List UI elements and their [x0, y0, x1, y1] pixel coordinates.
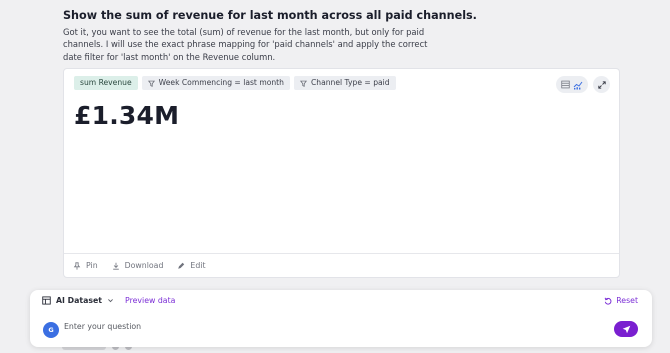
dataset-selector[interactable]: AI Dataset Preview data [42, 296, 175, 305]
pin-label: Pin [86, 261, 98, 270]
edit-button[interactable]: Edit [177, 261, 206, 270]
chip-measure[interactable]: sum Revenue [74, 76, 138, 90]
result-card: sum Revenue Week Commencing = last month… [63, 68, 620, 278]
answer-text: Got it, you want to see the total (sum) … [63, 27, 428, 62]
download-label: Download [124, 261, 164, 270]
table-icon [42, 296, 51, 305]
send-icon [622, 325, 630, 333]
chart-icon[interactable] [573, 80, 583, 90]
query-chips: sum Revenue Week Commencing = last month… [74, 76, 396, 90]
chip-label: sum Revenue [80, 78, 132, 87]
expand-icon [597, 80, 606, 89]
kpi-value: £1.34M [74, 101, 180, 130]
expand-button[interactable] [593, 76, 610, 93]
question-text: Show the sum of revenue for last month a… [63, 9, 477, 22]
send-button[interactable] [614, 321, 638, 337]
card-actions: Pin Download Edit [64, 253, 619, 277]
chip-filter-week[interactable]: Week Commencing = last month [141, 76, 290, 90]
reset-label: Reset [616, 296, 638, 305]
reset-icon [604, 297, 612, 305]
question-input[interactable] [64, 319, 604, 333]
pin-icon [73, 261, 81, 270]
preview-data-link[interactable]: Preview data [125, 296, 175, 305]
card-tools [556, 76, 610, 93]
avatar: G [43, 322, 59, 338]
chevron-down-icon[interactable] [107, 297, 114, 304]
download-icon [112, 262, 119, 270]
pin-button[interactable]: Pin [73, 261, 98, 270]
filter-icon [299, 80, 307, 87]
table-icon[interactable] [561, 80, 570, 89]
view-toggle[interactable] [556, 76, 588, 93]
reset-button[interactable]: Reset [604, 296, 638, 305]
chip-label: Channel Type = paid [310, 78, 390, 87]
chip-filter-channel[interactable]: Channel Type = paid [293, 76, 396, 90]
pencil-icon [178, 262, 185, 269]
filter-icon [147, 80, 155, 87]
edit-label: Edit [190, 261, 206, 270]
chip-label: Week Commencing = last month [158, 78, 284, 87]
download-button[interactable]: Download [112, 261, 164, 270]
question-panel: AI Dataset Preview data Reset G [30, 290, 652, 347]
dataset-name: AI Dataset [56, 296, 103, 305]
